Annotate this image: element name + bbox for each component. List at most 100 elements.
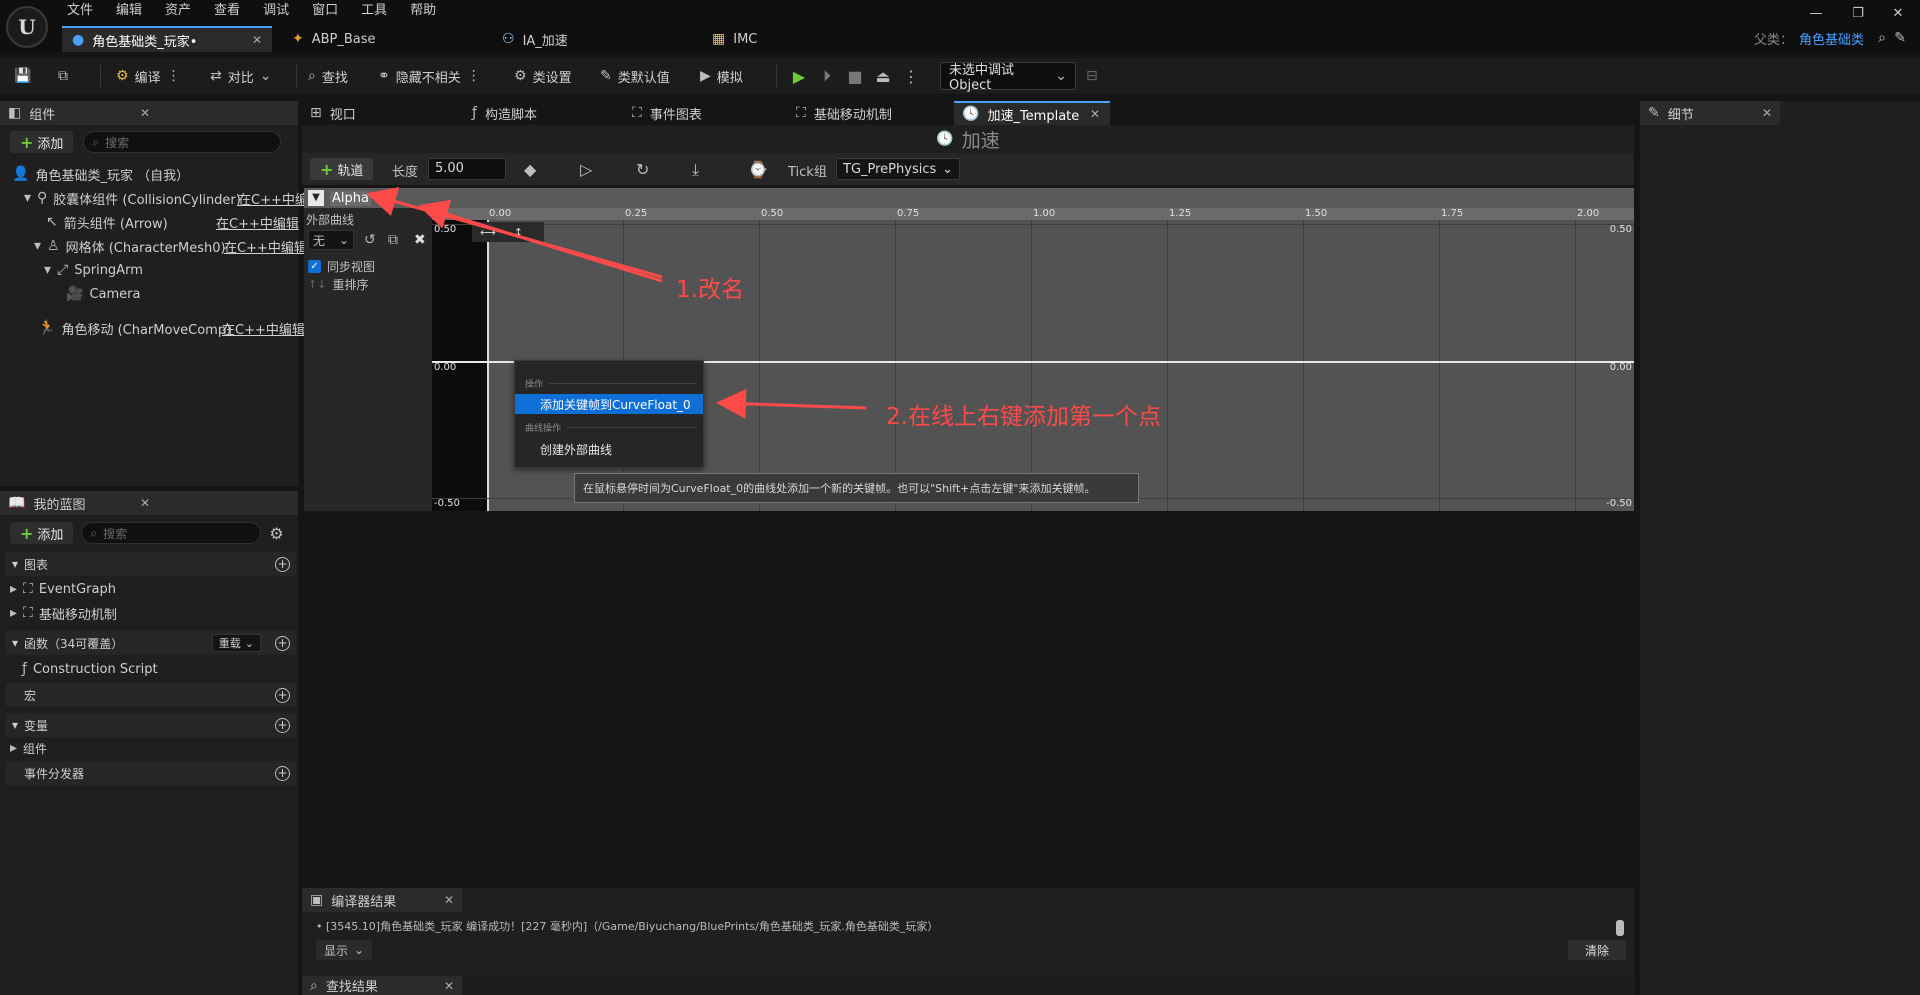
add-circle-icon[interactable]: + [275,556,290,572]
section-dispatchers[interactable]: 事件分发器 + [6,761,296,785]
restore-button[interactable]: ❐ [1836,2,1880,24]
tab-basic-movement[interactable]: ⛶ 基础移动机制 [796,101,892,125]
track-name-field[interactable]: Alpha [330,190,371,206]
section-functions[interactable]: ▾ 函数（34可覆盖） 重载 ⌄ + [6,631,296,655]
doc-tab-abp[interactable]: ✦ ABP_Base [282,26,386,52]
doc-tab-ia[interactable]: ⚇ IA_加速 [492,26,578,52]
component-root[interactable]: 👤 角色基础类_玩家 （自我） [12,163,189,185]
add-track-button[interactable]: + 轨道 [310,158,374,180]
doc-tab-character[interactable]: ● 角色基础类_玩家• ✕ [62,26,272,52]
compiler-results-tab[interactable]: ▣ 编译器结果 ✕ [302,888,462,912]
close-icon[interactable]: ✕ [444,979,454,993]
autoplay-icon[interactable]: ▷ [580,160,592,179]
function-construction-script[interactable]: ƒ Construction Script [22,658,158,680]
close-icon[interactable]: ✕ [444,893,454,907]
scrollbar-thumb[interactable] [1616,920,1624,936]
menu-edit[interactable]: 编辑 [105,0,154,22]
debug-object-select[interactable]: 未选中调试Object ⌄ [940,62,1076,93]
replicated-icon[interactable]: ⤓ [692,160,699,180]
add-component-button[interactable]: + 添加 [10,131,74,153]
section-graphs[interactable]: ▾ 图表 + [6,552,296,576]
details-tab[interactable]: ✎ 细节 ✕ [1640,101,1780,125]
simulate-button[interactable]: ▶ 模拟 [692,58,751,94]
edit-in-cpp-link[interactable]: 在C++中编 [238,189,308,208]
edit-in-cpp-link[interactable]: 在C++中编辑 [216,213,299,232]
menu-debug[interactable]: 调试 [252,0,301,22]
hide-unrelated-button[interactable]: ⚭ 隐藏不相关 ⋮ [370,58,489,94]
zoom-fit-vertical-icon[interactable]: ↕ [514,226,523,239]
find-results-tab[interactable]: ⌕ 查找结果 ✕ [302,976,462,995]
zoom-fit-horizontal-icon[interactable]: ⟷ [480,226,496,239]
debug-filter-icon[interactable]: ⊟ [1086,68,1098,84]
stop-icon[interactable]: ■ [844,65,866,87]
gear-icon[interactable]: ⚙ [269,524,283,543]
tab-timeline-template[interactable]: 🕓 加速_Template ✕ [954,101,1110,125]
more-options-icon[interactable]: ⋮ [167,68,181,84]
minimize-button[interactable]: — [1794,2,1838,24]
component-mesh[interactable]: ▾ ♙ 网格体 (CharacterMesh0) 在C++中编辑 [34,235,307,257]
my-blueprint-tab[interactable]: 📖 我的蓝图 ✕ [0,491,298,515]
use-last-keyframe-icon[interactable]: ◆ [524,160,536,179]
menu-view[interactable]: 查看 [203,0,252,22]
search-icon[interactable]: ⌕ [1878,30,1886,46]
doc-tab-imc[interactable]: ▦ IMC [702,26,767,52]
ignore-time-dilation-icon[interactable]: ⌚ [748,160,768,179]
play-icon[interactable]: ▶ [788,65,810,87]
component-arrow[interactable]: ↖ 箭头组件 (Arrow) 在C++中编辑 [46,211,299,233]
tab-construction-script[interactable]: ƒ 构造脚本 [472,101,537,125]
close-icon[interactable]: ✕ [140,106,150,120]
tick-group-select[interactable]: TG_PrePhysics ⌄ [836,158,960,180]
loop-icon[interactable]: ↻ [636,160,649,179]
save-icon[interactable]: 💾 [14,68,31,84]
override-dropdown[interactable]: 重载 ⌄ [211,634,261,652]
menu-help[interactable]: 帮助 [399,0,448,22]
delete-track-icon[interactable]: ✖ [414,232,426,248]
close-icon[interactable]: ✕ [140,496,150,510]
blueprint-search-input[interactable]: ⌕ 搜索 [81,522,262,544]
eject-icon[interactable]: ⏏ [872,65,894,87]
sync-view-checkbox[interactable]: ✓ 同步视图 [308,258,375,275]
reorder-control[interactable]: ↑↓ 重排序 [308,276,368,293]
component-camera[interactable]: 🎥 Camera [66,283,140,305]
variable-category-components[interactable]: ▸ 组件 [10,737,47,759]
length-input[interactable]: 5.00 [428,158,506,180]
tab-viewport[interactable]: ⊞ 视口 [310,101,356,125]
collapse-track-icon[interactable]: ▼ [308,190,324,206]
class-settings-button[interactable]: ⚙ 类设置 [506,58,580,94]
show-dropdown[interactable]: 显示 ⌄ [316,940,373,960]
browse-icon[interactable]: ⧉ [58,68,68,84]
track-header[interactable]: ▼ Alpha [304,188,1634,208]
menu-window[interactable]: 窗口 [301,0,350,22]
add-key-menu-item[interactable]: 添加关键帧到CurveFloat_0 [515,394,703,414]
add-circle-icon[interactable]: + [275,765,290,781]
browse-asset-icon[interactable]: ⧉ [388,232,398,248]
more-options-icon[interactable]: ⋮ [467,68,481,84]
create-external-curve-menu-item[interactable]: 创建外部曲线 [515,439,703,459]
add-circle-icon[interactable]: + [275,635,290,651]
menu-file[interactable]: 文件 [56,0,105,22]
find-button[interactable]: ⌕ 查找 [300,58,356,94]
component-springarm[interactable]: ▾ ⤢ SpringArm [44,259,143,281]
tab-event-graph[interactable]: ⛶ 事件图表 [632,101,702,125]
close-icon[interactable]: ✕ [252,33,262,47]
external-curve-select[interactable]: 无 ⌄ [308,230,354,250]
components-search-input[interactable]: ⌕ 搜索 [83,131,282,153]
more-options-icon[interactable]: ⋮ [900,65,922,87]
close-icon[interactable]: ✕ [1090,107,1100,121]
add-circle-icon[interactable]: + [275,717,290,733]
menu-asset[interactable]: 资产 [154,0,203,22]
edit-in-cpp-link[interactable]: 在C++中编辑 [222,319,305,338]
edit-pencil-icon[interactable]: ✎ [1894,30,1906,46]
diff-button[interactable]: ⇄ 对比 ⌄ [202,58,279,94]
close-window-button[interactable]: ✕ [1876,2,1920,24]
class-defaults-button[interactable]: ✎ 类默认值 [592,58,678,94]
component-capsule[interactable]: ▾ ⚲ 胶囊体组件 (CollisionCylinder) 在C++中编 [24,187,308,209]
graph-eventgraph[interactable]: ▸ ⛶ EventGraph [10,578,116,600]
parent-class-link[interactable]: 角色基础类 [1799,33,1864,48]
clear-button[interactable]: 清除 [1568,940,1626,960]
section-macros[interactable]: 宏 + [6,683,296,707]
edit-in-cpp-link[interactable]: 在C++中编辑 [224,237,307,256]
section-variables[interactable]: ▾ 变量 + [6,713,296,737]
add-blueprint-item-button[interactable]: + 添加 [10,522,74,544]
add-circle-icon[interactable]: + [275,687,290,703]
